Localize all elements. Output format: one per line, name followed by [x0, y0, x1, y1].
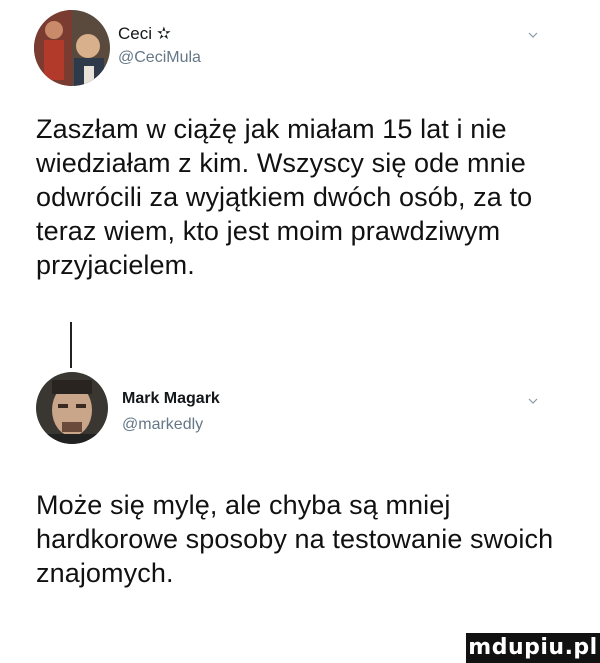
author-name[interactable]: Mark Magark: [122, 390, 220, 408]
chevron-down-icon[interactable]: [528, 396, 538, 406]
tweet-text: Zaszłam w ciążę jak miałam 15 lat i nie …: [36, 114, 533, 280]
chevron-down-icon[interactable]: [528, 30, 538, 40]
avatar-photo: [36, 372, 108, 444]
avatar[interactable]: [36, 372, 108, 444]
site-watermark: mdupiu.pl: [466, 633, 600, 663]
tweet-text: Może się mylę, ale chyba są mniej hardko…: [36, 490, 554, 588]
avatar[interactable]: [34, 10, 110, 86]
author-handle[interactable]: @markedly: [122, 416, 203, 434]
author-name[interactable]: Ceci ✫: [118, 24, 171, 44]
author-handle[interactable]: @CeciMula: [118, 49, 201, 67]
thread-connector: [70, 322, 72, 368]
avatar-photo: [34, 10, 110, 86]
